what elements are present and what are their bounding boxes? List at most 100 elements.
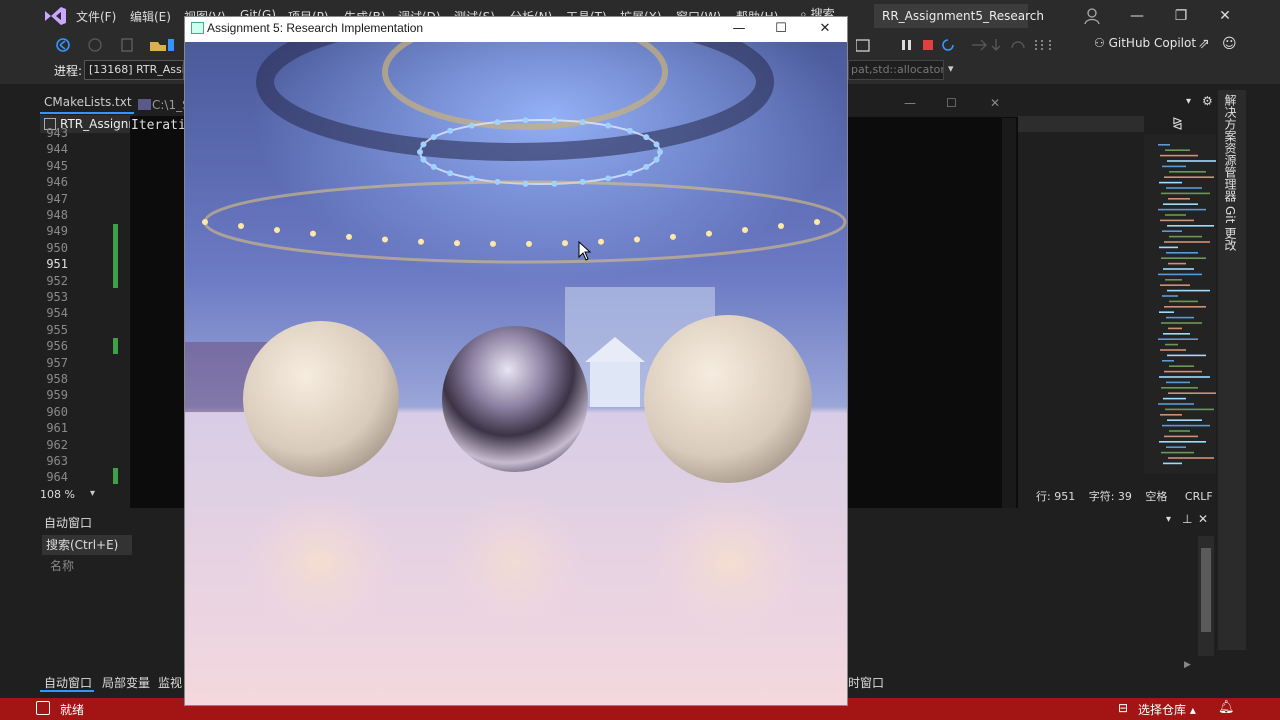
line-number: 960 [46, 404, 68, 419]
chevron-down-icon[interactable]: ▾ [1166, 514, 1171, 525]
console-maximize-button[interactable]: ☐ [946, 96, 957, 110]
solution-explorer-tab[interactable]: 解决方案资源管理器 [1222, 94, 1239, 202]
select-repository-button[interactable]: 选择仓库 ▴ [1138, 701, 1196, 718]
editor-status: 行: 951 字符: 39 空格 CRLF [1036, 488, 1213, 504]
member-dropdown[interactable] [1018, 116, 1144, 132]
chevron-down-icon[interactable]: ▾ [948, 62, 954, 75]
ceiling-light [418, 238, 424, 245]
bell-icon[interactable]: 🔔︎ [1218, 700, 1235, 715]
minimap-line [1164, 176, 1214, 178]
tab-watch[interactable]: 监视 [158, 674, 182, 691]
line-number: 950 [46, 240, 68, 255]
tab-cmakelists[interactable]: CMakeLists.txt [38, 92, 136, 112]
feedback-icon[interactable]: ☺ [1222, 36, 1237, 52]
forward-icon [88, 38, 102, 52]
scroll-right-icon[interactable]: ▶ [1184, 660, 1191, 670]
console-output-area [130, 116, 186, 572]
column-indicator[interactable]: 字符: 39 [1089, 490, 1132, 503]
minimap-line [1168, 198, 1190, 200]
gear-icon[interactable]: ⚙ [1202, 94, 1213, 108]
line-indicator[interactable]: 行: 951 [1036, 490, 1075, 503]
ceiling-light [346, 233, 352, 240]
stack-frame-dropdown[interactable]: pat,std::allocator [848, 60, 944, 80]
step-icons[interactable] [968, 36, 1068, 54]
close-ide-button[interactable]: ✕ [1214, 6, 1236, 26]
render-minimize-button[interactable]: — [728, 20, 750, 38]
minimap-line [1165, 279, 1182, 281]
toolbar-left-icons[interactable] [54, 36, 174, 54]
line-number: 949 [46, 224, 68, 239]
eol-indicator[interactable]: CRLF [1185, 490, 1213, 503]
tab-immediate[interactable]: 时窗口 [848, 674, 884, 691]
minimap-line [1166, 252, 1198, 254]
git-changes-tab[interactable]: Git 更改 [1222, 206, 1239, 251]
split-editor-icon[interactable]: ⧎ [1172, 116, 1183, 131]
visual-studio-logo-icon[interactable] [42, 5, 68, 27]
line-number: 959 [46, 388, 68, 403]
minimap-line [1168, 262, 1186, 265]
stage-light [626, 170, 633, 177]
menu-item[interactable]: 文件(F) [76, 8, 116, 25]
repo-icon[interactable]: ⊟ [1118, 701, 1128, 715]
notification-icon[interactable] [36, 701, 50, 715]
debug-toolbar-icons[interactable] [856, 36, 960, 54]
line-number: 957 [46, 355, 68, 370]
minimap[interactable] [1144, 134, 1216, 474]
minimap-line [1162, 424, 1210, 427]
status-ready: 就绪 [60, 703, 85, 717]
minimap-line [1159, 441, 1206, 443]
render-window-title: Assignment 5: Research Implementation [207, 21, 424, 35]
minimap-line [1167, 354, 1206, 357]
autos-search-input[interactable]: 搜索(Ctrl+E) [42, 535, 132, 555]
copilot-icon: ⚇ [1094, 36, 1105, 50]
minimap-line [1159, 376, 1210, 378]
ceiling-light [670, 233, 676, 240]
minimap-line [1164, 241, 1210, 243]
stage-light [605, 175, 612, 182]
repo-label: 选择仓库 [1138, 703, 1187, 717]
mirror-sphere [442, 326, 588, 472]
minimap-line [1165, 149, 1190, 151]
tab-locals[interactable]: 局部变量 [102, 674, 150, 691]
minimap-line [1165, 408, 1214, 411]
minimap-line [1160, 219, 1194, 222]
stage-light [653, 141, 660, 148]
line-number: 944 [46, 142, 68, 157]
tab-autos[interactable]: 自动窗口 [44, 674, 92, 691]
menu-item[interactable]: 编辑(E) [130, 8, 171, 25]
spaces-indicator[interactable]: 空格 [1145, 490, 1167, 503]
stage-light [653, 156, 660, 163]
minimap-line [1169, 300, 1198, 303]
render-maximize-button[interactable]: ☐ [770, 20, 792, 38]
ceiling-light [634, 236, 640, 243]
stage-light [420, 141, 427, 148]
minimize-ide-button[interactable]: — [1126, 6, 1148, 26]
minimap-line [1160, 284, 1190, 286]
console-minimize-button[interactable]: — [904, 96, 916, 110]
minimap-line [1159, 181, 1182, 184]
process-dropdown[interactable]: [13168] RTR_Assign [84, 60, 184, 80]
stage-light [626, 127, 633, 134]
minimap-line [1169, 365, 1194, 367]
minimap-line [1161, 322, 1202, 324]
minimap-line [1163, 397, 1186, 400]
stage-light [468, 122, 475, 129]
restore-ide-button[interactable]: ❐ [1170, 6, 1192, 26]
open-folder-icon [150, 42, 166, 51]
github-copilot-button[interactable]: ⚇ GitHub Copilot [1094, 36, 1196, 50]
pin-icon[interactable]: ⊥ [1182, 512, 1192, 526]
chevron-down-icon[interactable]: ▾ [90, 488, 95, 499]
line-number: 954 [46, 306, 68, 321]
scroll-thumb[interactable] [1201, 548, 1211, 632]
share-icon[interactable]: ⇗ [1198, 36, 1210, 52]
minimap-line [1164, 435, 1198, 438]
account-icon[interactable] [1082, 6, 1102, 26]
render-close-button[interactable]: ✕ [814, 20, 836, 38]
close-icon[interactable]: ✕ [1198, 512, 1208, 526]
console-scrollbar[interactable] [1002, 118, 1016, 572]
stage-light [420, 156, 427, 163]
console-close-button[interactable]: ✕ [990, 96, 1000, 110]
line-number: 951 [46, 257, 68, 272]
chevron-down-icon[interactable]: ▾ [1186, 96, 1191, 107]
stage-light [579, 119, 586, 126]
